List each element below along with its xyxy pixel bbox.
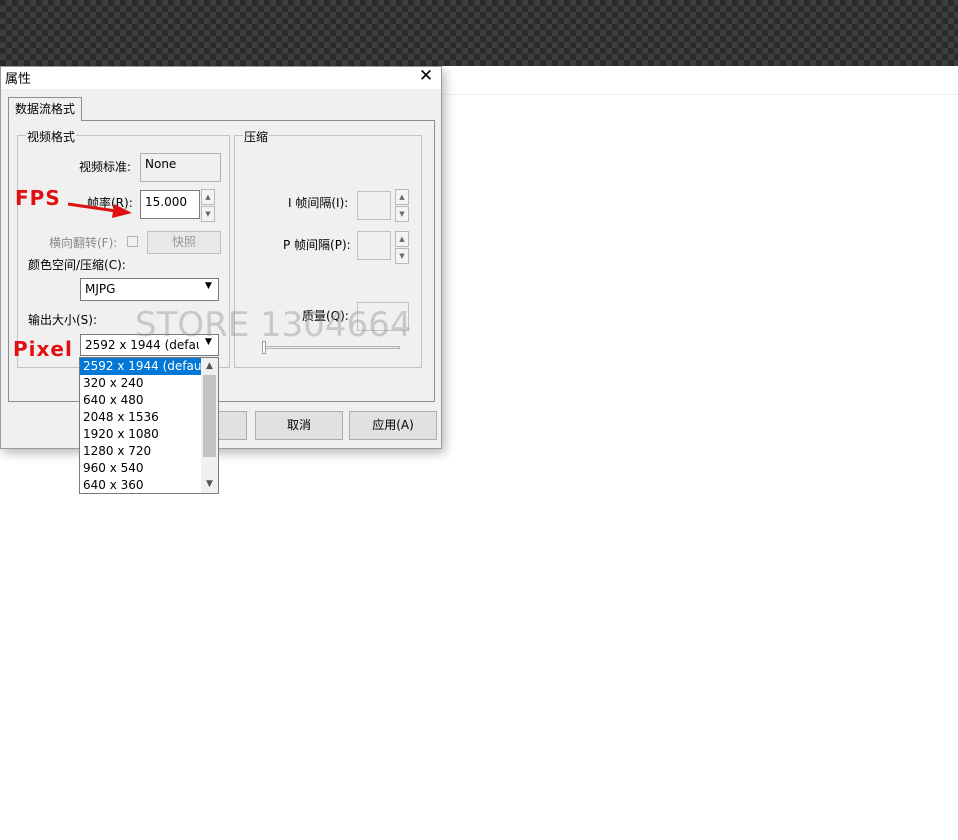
fps-arrow-icon (67, 202, 132, 218)
caret-down-icon: ▼ (205, 281, 212, 291)
scrollbar-thumb[interactable] (203, 375, 216, 457)
dropdown-option[interactable]: 320 x 240 (80, 375, 201, 392)
snapshot-button[interactable]: 快照 (147, 231, 221, 254)
quality-slider-track[interactable] (262, 346, 400, 349)
video-format-caption: 视频格式 (26, 128, 77, 145)
output-size-dropdown[interactable]: 2592 x 1944 (default)320 x 240640 x 4802… (79, 357, 219, 494)
checkered-background-strip (0, 0, 958, 66)
i-frame-input[interactable] (357, 191, 391, 220)
fps-annotation: FPS (15, 186, 61, 210)
dropdown-option[interactable]: 640 x 480 (80, 392, 201, 409)
video-standard-label: 视频标准: (79, 160, 132, 174)
properties-dialog: 属性 ✕ 数据流格式 视频格式 视频标准: None 帧率(R): 15.000… (0, 66, 442, 449)
p-frame-label: P 帧间隔(P): (283, 238, 351, 252)
close-icon[interactable]: ✕ (415, 65, 437, 87)
video-standard-value: None (140, 153, 221, 182)
p-frame-spinner[interactable]: ▲ ▼ (395, 231, 409, 264)
chevron-down-icon[interactable]: ▼ (201, 206, 215, 222)
chevron-up-icon[interactable]: ▲ (201, 358, 218, 375)
dropdown-list: 2592 x 1944 (default)320 x 240640 x 4802… (80, 358, 218, 494)
output-size-label: 输出大小(S): (28, 313, 98, 327)
chevron-down-icon[interactable]: ▼ (395, 206, 409, 222)
dropdown-option[interactable]: 1280 x 720 (80, 443, 201, 460)
dialog-titlebar: 属性 ✕ (1, 65, 441, 89)
tab-stream-format[interactable]: 数据流格式 (8, 97, 82, 121)
frame-rate-spinner[interactable]: ▲ ▼ (201, 189, 215, 222)
dropdown-option[interactable]: 2592 x 1944 (default) (80, 358, 201, 375)
chevron-up-icon[interactable]: ▲ (395, 231, 409, 247)
dropdown-option[interactable]: 640 x 360 (80, 477, 201, 494)
cancel-button[interactable]: 取消 (255, 411, 343, 440)
color-space-value: MJPG (85, 282, 116, 296)
flip-label: 横向翻转(F): (49, 236, 118, 250)
dropdown-option[interactable]: 960 x 540 (80, 460, 201, 477)
dropdown-option[interactable]: 2048 x 1536 (80, 409, 201, 426)
chevron-down-icon[interactable]: ▼ (395, 248, 409, 264)
color-space-label: 颜色空间/压缩(C): (28, 258, 126, 272)
chevron-down-icon[interactable]: ▼ (201, 476, 218, 493)
chevron-up-icon[interactable]: ▲ (395, 189, 409, 205)
i-frame-label: I 帧间隔(I): (288, 196, 349, 210)
color-space-combo[interactable]: MJPG ▼ (80, 278, 219, 301)
dropdown-option[interactable]: 1920 x 1080 (80, 426, 201, 443)
dialog-title: 属性 (5, 72, 32, 87)
i-frame-spinner[interactable]: ▲ ▼ (395, 189, 409, 222)
compression-caption: 压缩 (243, 128, 270, 145)
dropdown-scrollbar[interactable]: ▲ ▼ (201, 358, 218, 493)
apply-button[interactable]: 应用(A) (349, 411, 437, 440)
flip-checkbox[interactable] (127, 236, 138, 247)
p-frame-input[interactable] (357, 231, 391, 260)
watermark: STORE 1304664 (135, 305, 412, 345)
pixel-annotation: Pixel (13, 337, 73, 361)
chevron-up-icon[interactable]: ▲ (201, 189, 215, 205)
background-divider (443, 94, 958, 95)
frame-rate-input[interactable]: 15.000 (140, 190, 200, 219)
